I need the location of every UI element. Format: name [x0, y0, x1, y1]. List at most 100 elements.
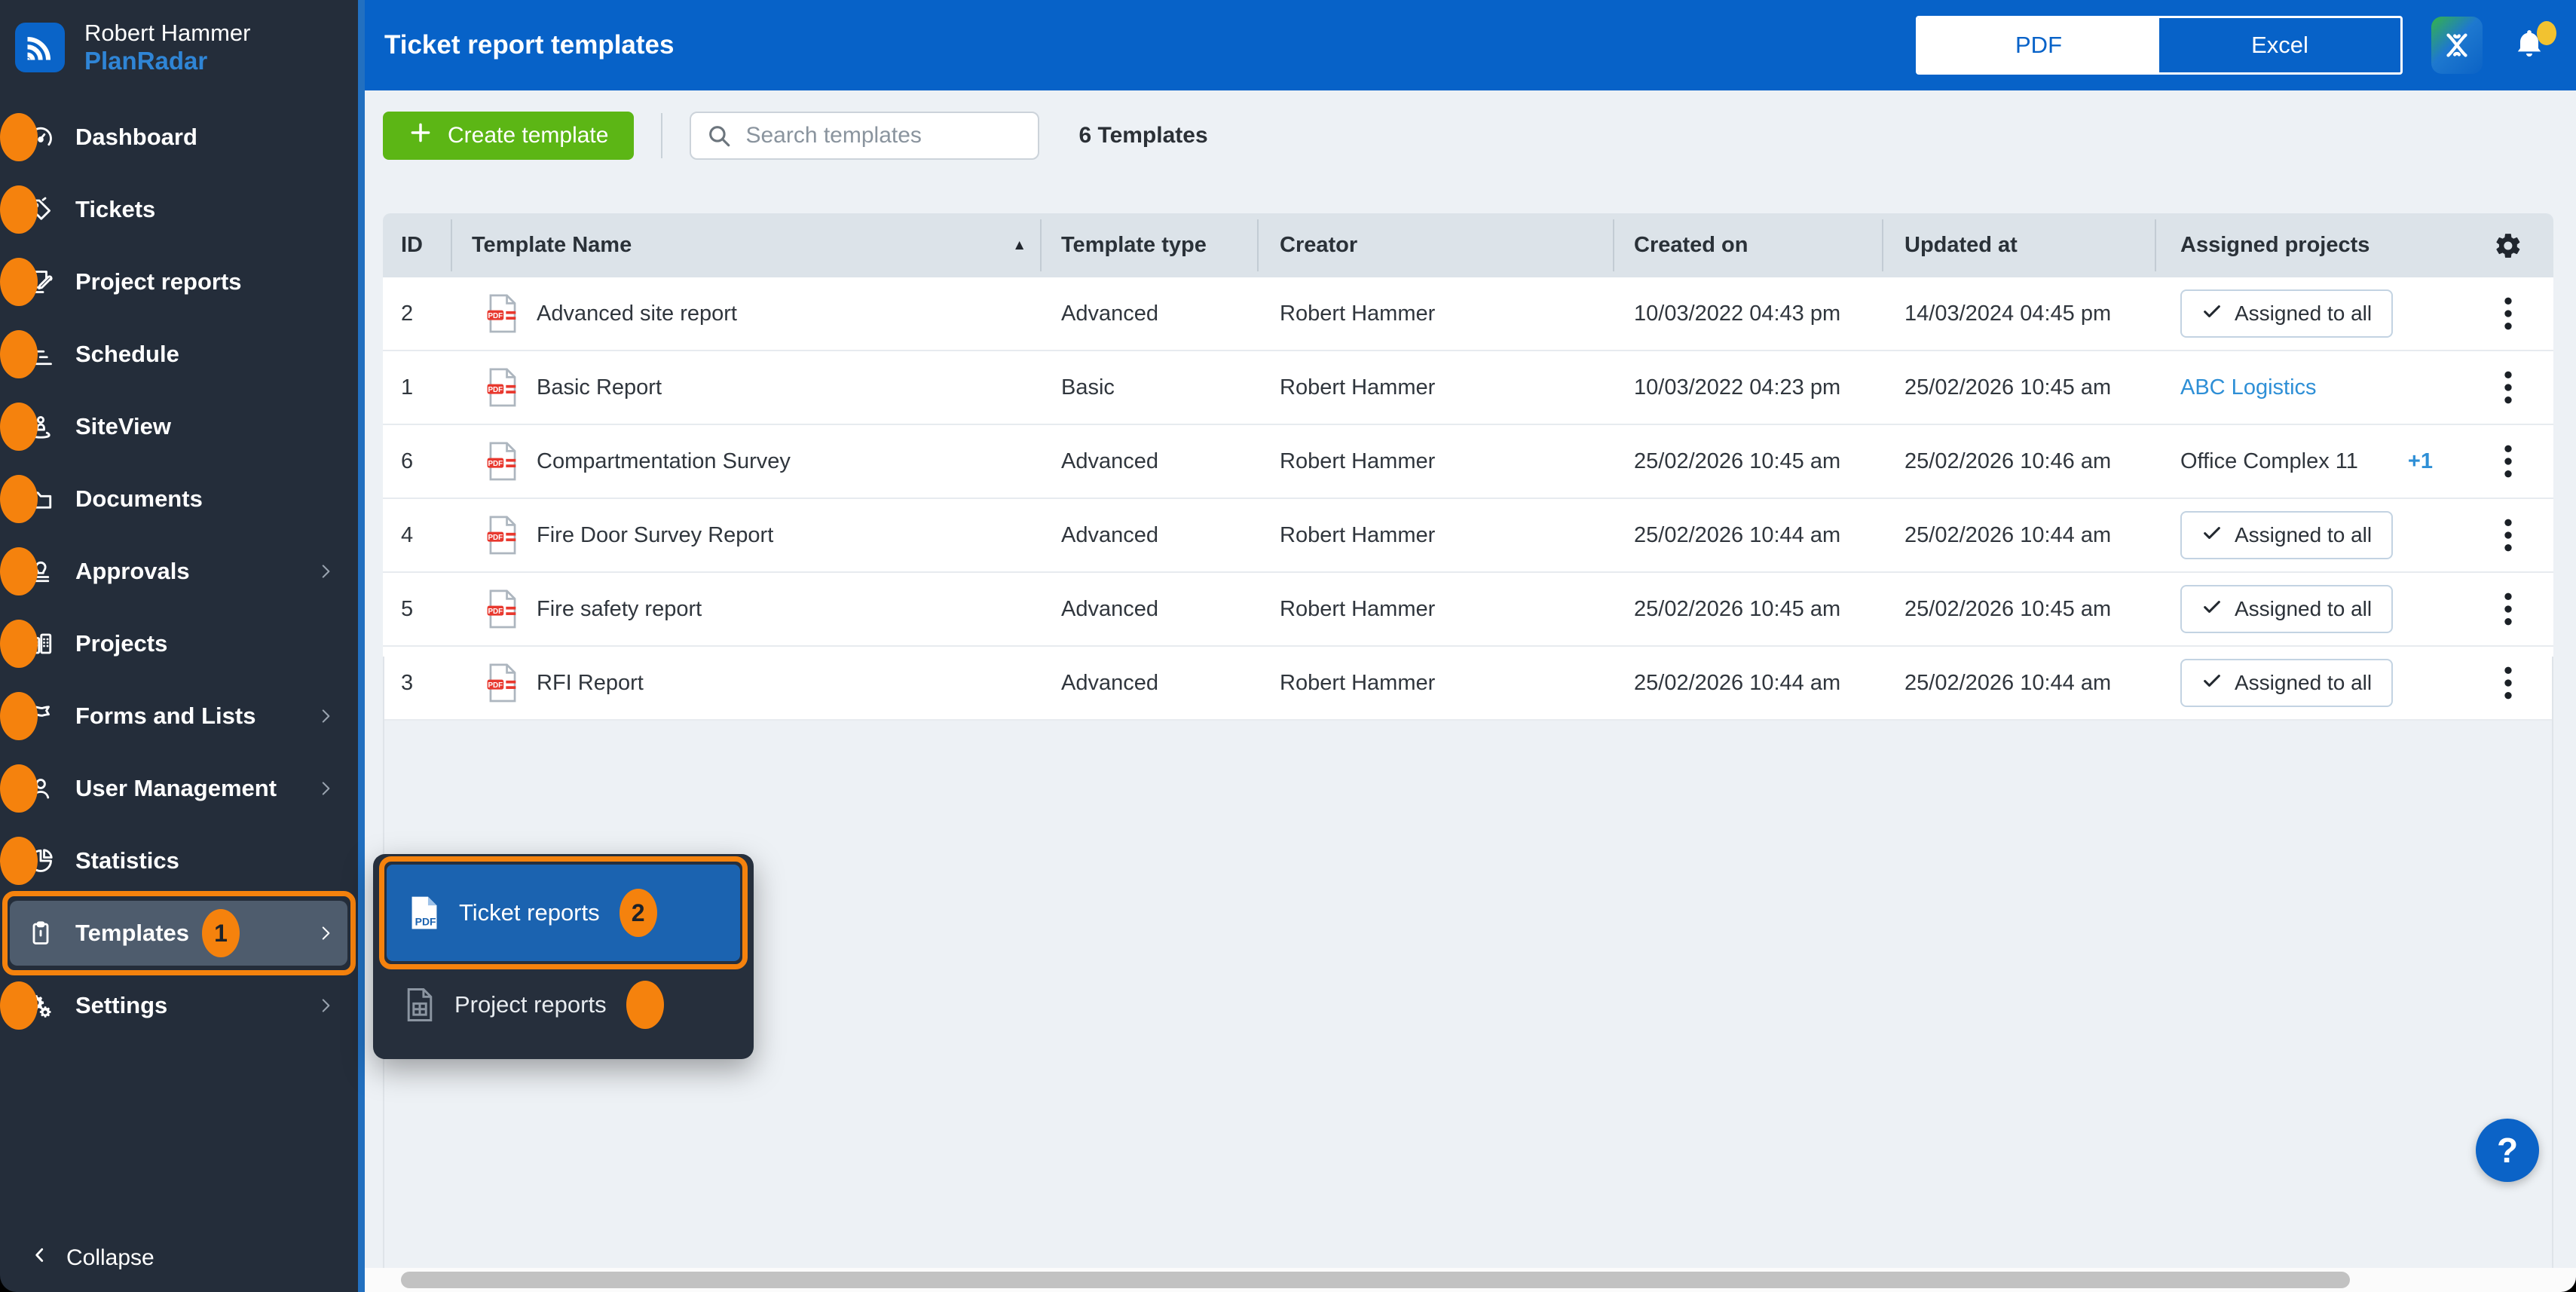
sidebar-item-forms-and-lists[interactable]: Forms and Lists	[0, 680, 358, 752]
notification-dot	[2537, 21, 2556, 45]
step-badge	[0, 764, 38, 813]
pdf-file-icon: PDF	[487, 368, 519, 407]
check-icon	[2201, 596, 2223, 623]
column-header-gear[interactable]	[2463, 213, 2553, 277]
column-header-assigned[interactable]: Assigned projects	[2155, 213, 2463, 277]
check-icon	[2201, 670, 2223, 697]
sidebar-item-templates[interactable]: Templates 1	[0, 897, 358, 969]
search-input[interactable]	[690, 112, 1039, 160]
horizontal-scrollbar-thumb[interactable]	[401, 1272, 2350, 1288]
help-button[interactable]: ?	[2476, 1119, 2539, 1182]
row-actions-kebab-icon[interactable]	[2463, 351, 2553, 424]
sidebar-item-user-management[interactable]: User Management	[0, 752, 358, 825]
app-switcher-icon[interactable]	[2431, 17, 2483, 74]
submenu-item-project-reports[interactable]: Project reports	[382, 967, 745, 1042]
cell-assigned-projects: Assigned to all	[2155, 499, 2463, 571]
pdf-toggle-button[interactable]: PDF	[1918, 18, 2159, 72]
sidebar-item-statistics[interactable]: Statistics	[0, 825, 358, 897]
page-title: Ticket report templates	[384, 30, 675, 60]
account-block[interactable]: Robert Hammer PlanRadar	[0, 0, 358, 75]
pdf-file-icon: PDF	[487, 516, 519, 555]
step-badge	[0, 475, 38, 523]
cell-creator: Robert Hammer	[1257, 499, 1613, 571]
row-actions-kebab-icon[interactable]	[2463, 573, 2553, 645]
chevron-right-icon	[316, 706, 335, 726]
sidebar-item-documents[interactable]: Documents	[0, 463, 358, 535]
sidebar-item-project-reports[interactable]: Project reports	[0, 246, 358, 318]
toolbar-divider	[661, 113, 662, 158]
notification-bell-icon[interactable]	[2511, 24, 2550, 66]
cell-template-type: Advanced	[1040, 277, 1257, 350]
sidebar: Robert Hammer PlanRadar Dashboard Ticket…	[0, 0, 358, 1292]
cell-id: 5	[383, 573, 451, 645]
sidebar-item-siteview[interactable]: SiteView	[0, 390, 358, 463]
table-row[interactable]: 4 PDF Fire Door Survey Report Advanced R…	[383, 499, 2553, 573]
toolbar: Create template 6 Templates	[383, 112, 1208, 160]
format-toggle: PDF Excel	[1916, 16, 2403, 75]
svg-text:PDF: PDF	[488, 386, 503, 394]
column-header-name[interactable]: Template Name▲	[451, 213, 1040, 277]
sidebar-item-approvals[interactable]: Approvals	[0, 535, 358, 608]
row-actions-kebab-icon[interactable]	[2463, 499, 2553, 571]
table-row[interactable]: 3 PDF RFI Report Advanced Robert Hammer …	[383, 647, 2553, 721]
cell-assigned-projects: ABC Logistics	[2155, 351, 2463, 424]
step-badge	[0, 403, 38, 451]
row-actions-kebab-icon[interactable]	[2463, 425, 2553, 498]
planradar-logo-icon	[15, 23, 65, 72]
sidebar-item-dashboard[interactable]: Dashboard	[0, 101, 358, 173]
pdf-file-icon: PDF	[487, 663, 519, 703]
submenu-item-ticket-reports[interactable]: PDF Ticket reports 2	[387, 865, 740, 961]
cell-created-on: 25/02/2026 10:44 am	[1613, 499, 1882, 571]
cell-updated-at: 25/02/2026 10:45 am	[1882, 573, 2155, 645]
sidebar-item-settings[interactable]: Settings	[0, 969, 358, 1042]
user-name: Robert Hammer	[84, 20, 251, 47]
create-template-button[interactable]: Create template	[383, 112, 634, 160]
svg-text:PDF: PDF	[488, 312, 503, 320]
cell-template-name: Fire safety report	[537, 597, 702, 622]
table-row[interactable]: 5 PDF Fire safety report Advanced Robert…	[383, 573, 2553, 647]
row-actions-kebab-icon[interactable]	[2463, 277, 2553, 350]
assigned-to-all-chip[interactable]: Assigned to all	[2180, 511, 2393, 559]
templates-table: IDTemplate Name▲Template typeCreatorCrea…	[383, 213, 2553, 721]
sidebar-collapse-button[interactable]: Collapse	[30, 1245, 154, 1271]
table-row[interactable]: 1 PDF Basic Report Basic Robert Hammer 1…	[383, 351, 2553, 425]
column-header-type[interactable]: Template type	[1040, 213, 1257, 277]
column-header-updated[interactable]: Updated at	[1882, 213, 2155, 277]
column-header-creator[interactable]: Creator	[1257, 213, 1613, 277]
assigned-project-link[interactable]: ABC Logistics	[2180, 375, 2317, 400]
column-settings-gear-icon[interactable]	[2494, 231, 2522, 260]
assigned-to-all-chip[interactable]: Assigned to all	[2180, 289, 2393, 338]
cell-created-on: 10/03/2022 04:23 pm	[1613, 351, 1882, 424]
cell-updated-at: 25/02/2026 10:46 am	[1882, 425, 2155, 498]
cell-assigned-projects: Assigned to all	[2155, 277, 2463, 350]
main-area: Ticket report templates PDF Excel	[365, 0, 2576, 1292]
assigned-to-all-chip[interactable]: Assigned to all	[2180, 585, 2393, 633]
cell-template-type: Basic	[1040, 351, 1257, 424]
cell-template-name: Fire Door Survey Report	[537, 523, 773, 548]
sidebar-accent-strip	[358, 0, 365, 1292]
svg-text:PDF: PDF	[488, 534, 503, 542]
assigned-to-all-chip[interactable]: Assigned to all	[2180, 659, 2393, 707]
cell-template-type: Advanced	[1040, 499, 1257, 571]
svg-text:PDF: PDF	[415, 915, 436, 927]
cell-template-name: Compartmentation Survey	[537, 449, 791, 474]
sidebar-item-projects[interactable]: Projects	[0, 608, 358, 680]
app-window: Robert Hammer PlanRadar Dashboard Ticket…	[0, 0, 2576, 1292]
cell-template-name: Basic Report	[537, 375, 662, 400]
column-header-id[interactable]: ID	[383, 213, 451, 277]
sidebar-item-tickets[interactable]: Tickets	[0, 173, 358, 246]
cell-creator: Robert Hammer	[1257, 647, 1613, 719]
cell-creator: Robert Hammer	[1257, 425, 1613, 498]
cell-created-on: 25/02/2026 10:45 am	[1613, 425, 1882, 498]
collapse-label: Collapse	[66, 1245, 154, 1271]
excel-toggle-button[interactable]: Excel	[2159, 18, 2400, 72]
assigned-more-link[interactable]: +1	[2408, 449, 2433, 474]
cell-id: 4	[383, 499, 451, 571]
cell-template-type: Advanced	[1040, 425, 1257, 498]
sidebar-item-schedule[interactable]: Schedule	[0, 318, 358, 390]
column-header-created[interactable]: Created on	[1613, 213, 1882, 277]
cell-id: 1	[383, 351, 451, 424]
table-row[interactable]: 2 PDF Advanced site report Advanced Robe…	[383, 277, 2553, 351]
row-actions-kebab-icon[interactable]	[2463, 647, 2553, 719]
table-row[interactable]: 6 PDF Compartmentation Survey Advanced R…	[383, 425, 2553, 499]
